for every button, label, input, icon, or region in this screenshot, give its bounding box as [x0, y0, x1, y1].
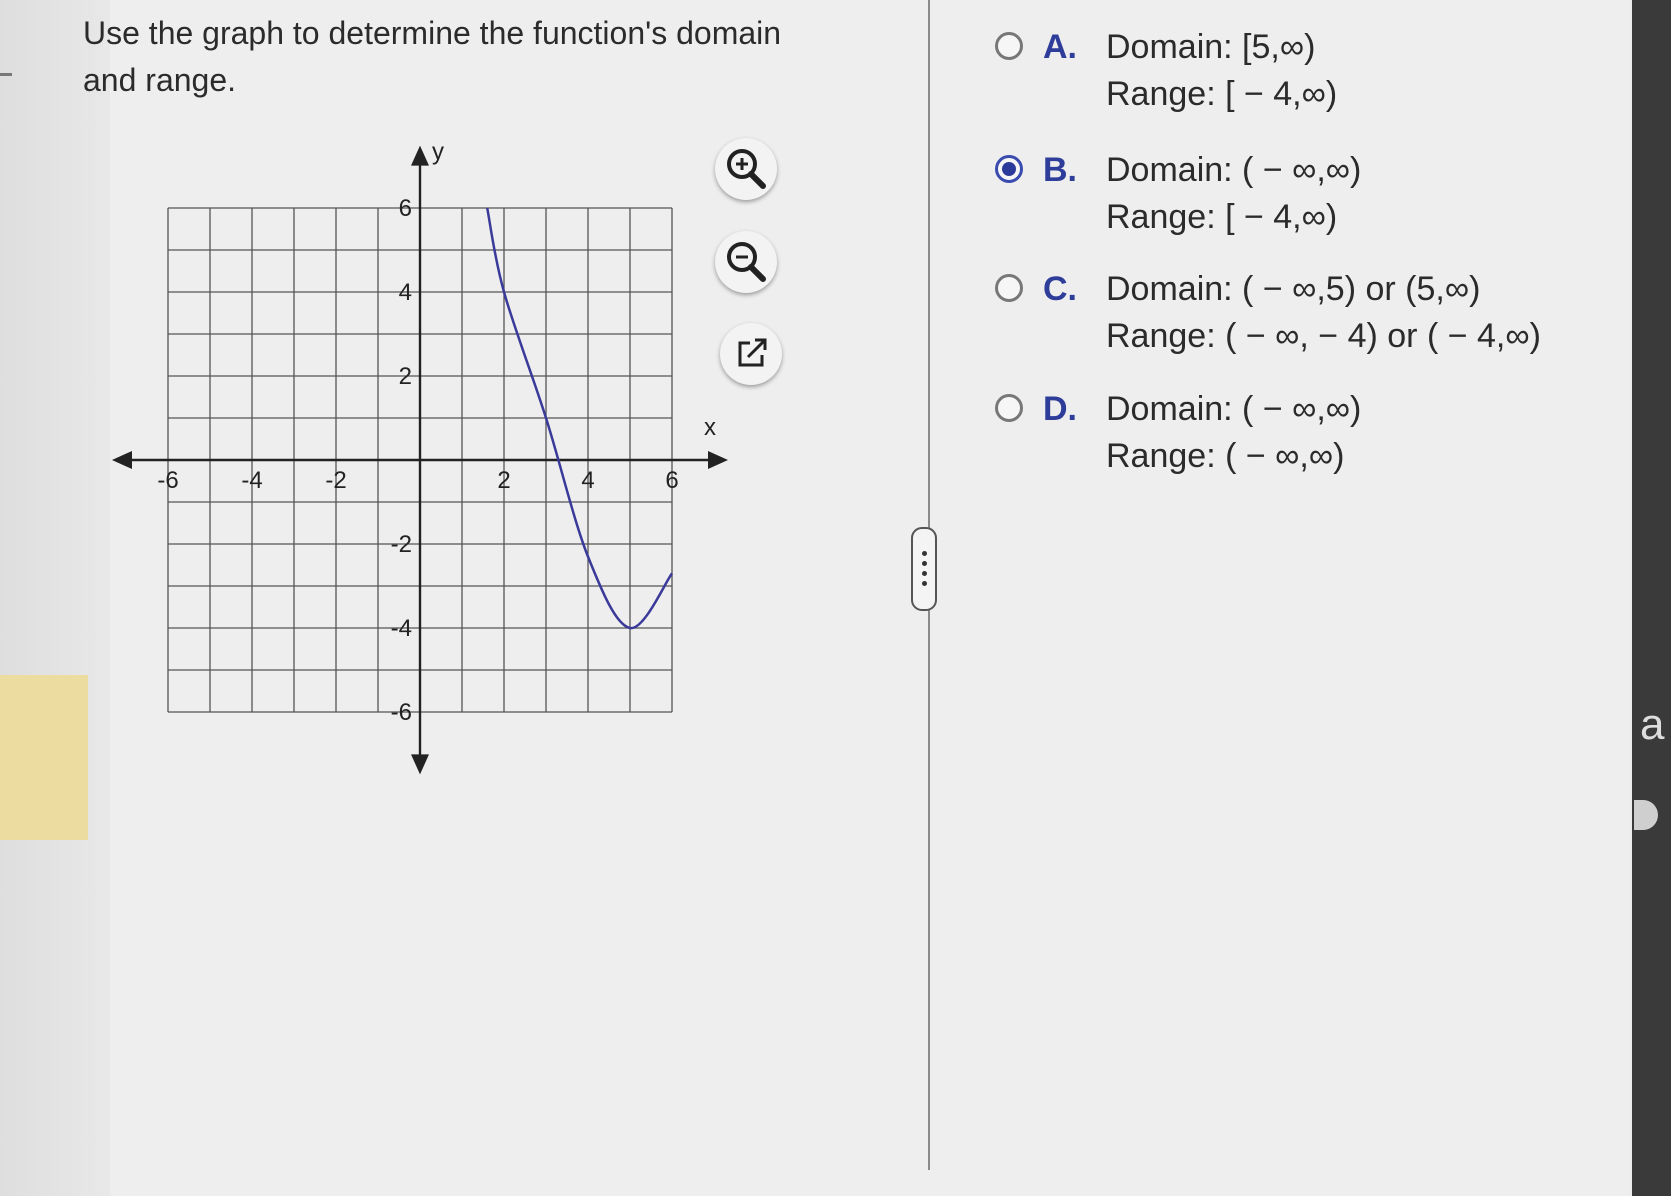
y-axis-arrow-up	[411, 145, 429, 166]
popout-button[interactable]	[720, 323, 782, 385]
x-tick-label: 6	[665, 467, 678, 494]
axes	[112, 145, 728, 775]
tick-labels: x y -6 -4 -2 2 4 6 6 4 2 -2 -4 -6	[157, 139, 716, 726]
y-tick-label: 4	[399, 279, 412, 306]
option-b-range: Range: [ − 4,∞)	[1106, 198, 1338, 236]
y-axis-arrow-down	[411, 754, 429, 775]
x-tick-label: 4	[581, 467, 594, 494]
y-axis-label: y	[432, 139, 444, 166]
y-tick-label: 6	[399, 195, 412, 222]
option-b-radio[interactable]	[995, 155, 1023, 183]
option-c-letter: C.	[1043, 270, 1077, 308]
zoom-out-icon	[727, 242, 766, 282]
x-tick-label: -4	[241, 467, 262, 494]
edge-letter: a	[1640, 700, 1665, 749]
option-a-radio[interactable]	[995, 32, 1023, 60]
option-c-radio[interactable]	[995, 274, 1023, 302]
option-a-domain: Domain: [5,∞)	[1106, 28, 1316, 66]
y-tick-label: -6	[391, 699, 412, 726]
x-axis-arrow-left	[112, 451, 132, 469]
x-axis-arrow-right	[708, 451, 728, 469]
option-a-range: Range: [ − 4,∞)	[1106, 75, 1338, 113]
x-tick-label: 2	[497, 467, 510, 494]
option-d-radio[interactable]	[995, 394, 1023, 422]
zoom-in-button[interactable]	[715, 138, 777, 200]
y-tick-label: -4	[391, 615, 412, 642]
option-b-domain: Domain: ( − ∞,∞)	[1106, 151, 1362, 189]
option-d-domain: Domain: ( − ∞,∞)	[1106, 390, 1362, 428]
x-axis-label: x	[704, 414, 716, 441]
option-b-letter: B.	[1043, 151, 1077, 189]
external-link-icon	[738, 338, 767, 367]
graph: x y -6 -4 -2 2 4 6 6 4 2 -2 -4 -6	[112, 139, 728, 775]
x-tick-label: -2	[325, 467, 346, 494]
pane-resize-handle[interactable]	[911, 527, 937, 611]
y-tick-label: 2	[399, 363, 412, 390]
option-a-letter: A.	[1043, 28, 1077, 66]
option-d-range: Range: ( − ∞,∞)	[1106, 437, 1345, 475]
option-d-letter: D.	[1043, 390, 1077, 428]
x-tick-label: -6	[157, 467, 178, 494]
option-c-domain: Domain: ( − ∞,5) or (5,∞)	[1106, 270, 1481, 308]
zoom-in-icon	[727, 149, 766, 189]
zoom-out-button[interactable]	[715, 231, 777, 293]
right-edge-bezel	[1632, 0, 1671, 1196]
y-tick-label: -2	[391, 531, 412, 558]
option-c-range: Range: ( − ∞, − 4) or ( − 4,∞)	[1106, 317, 1541, 355]
